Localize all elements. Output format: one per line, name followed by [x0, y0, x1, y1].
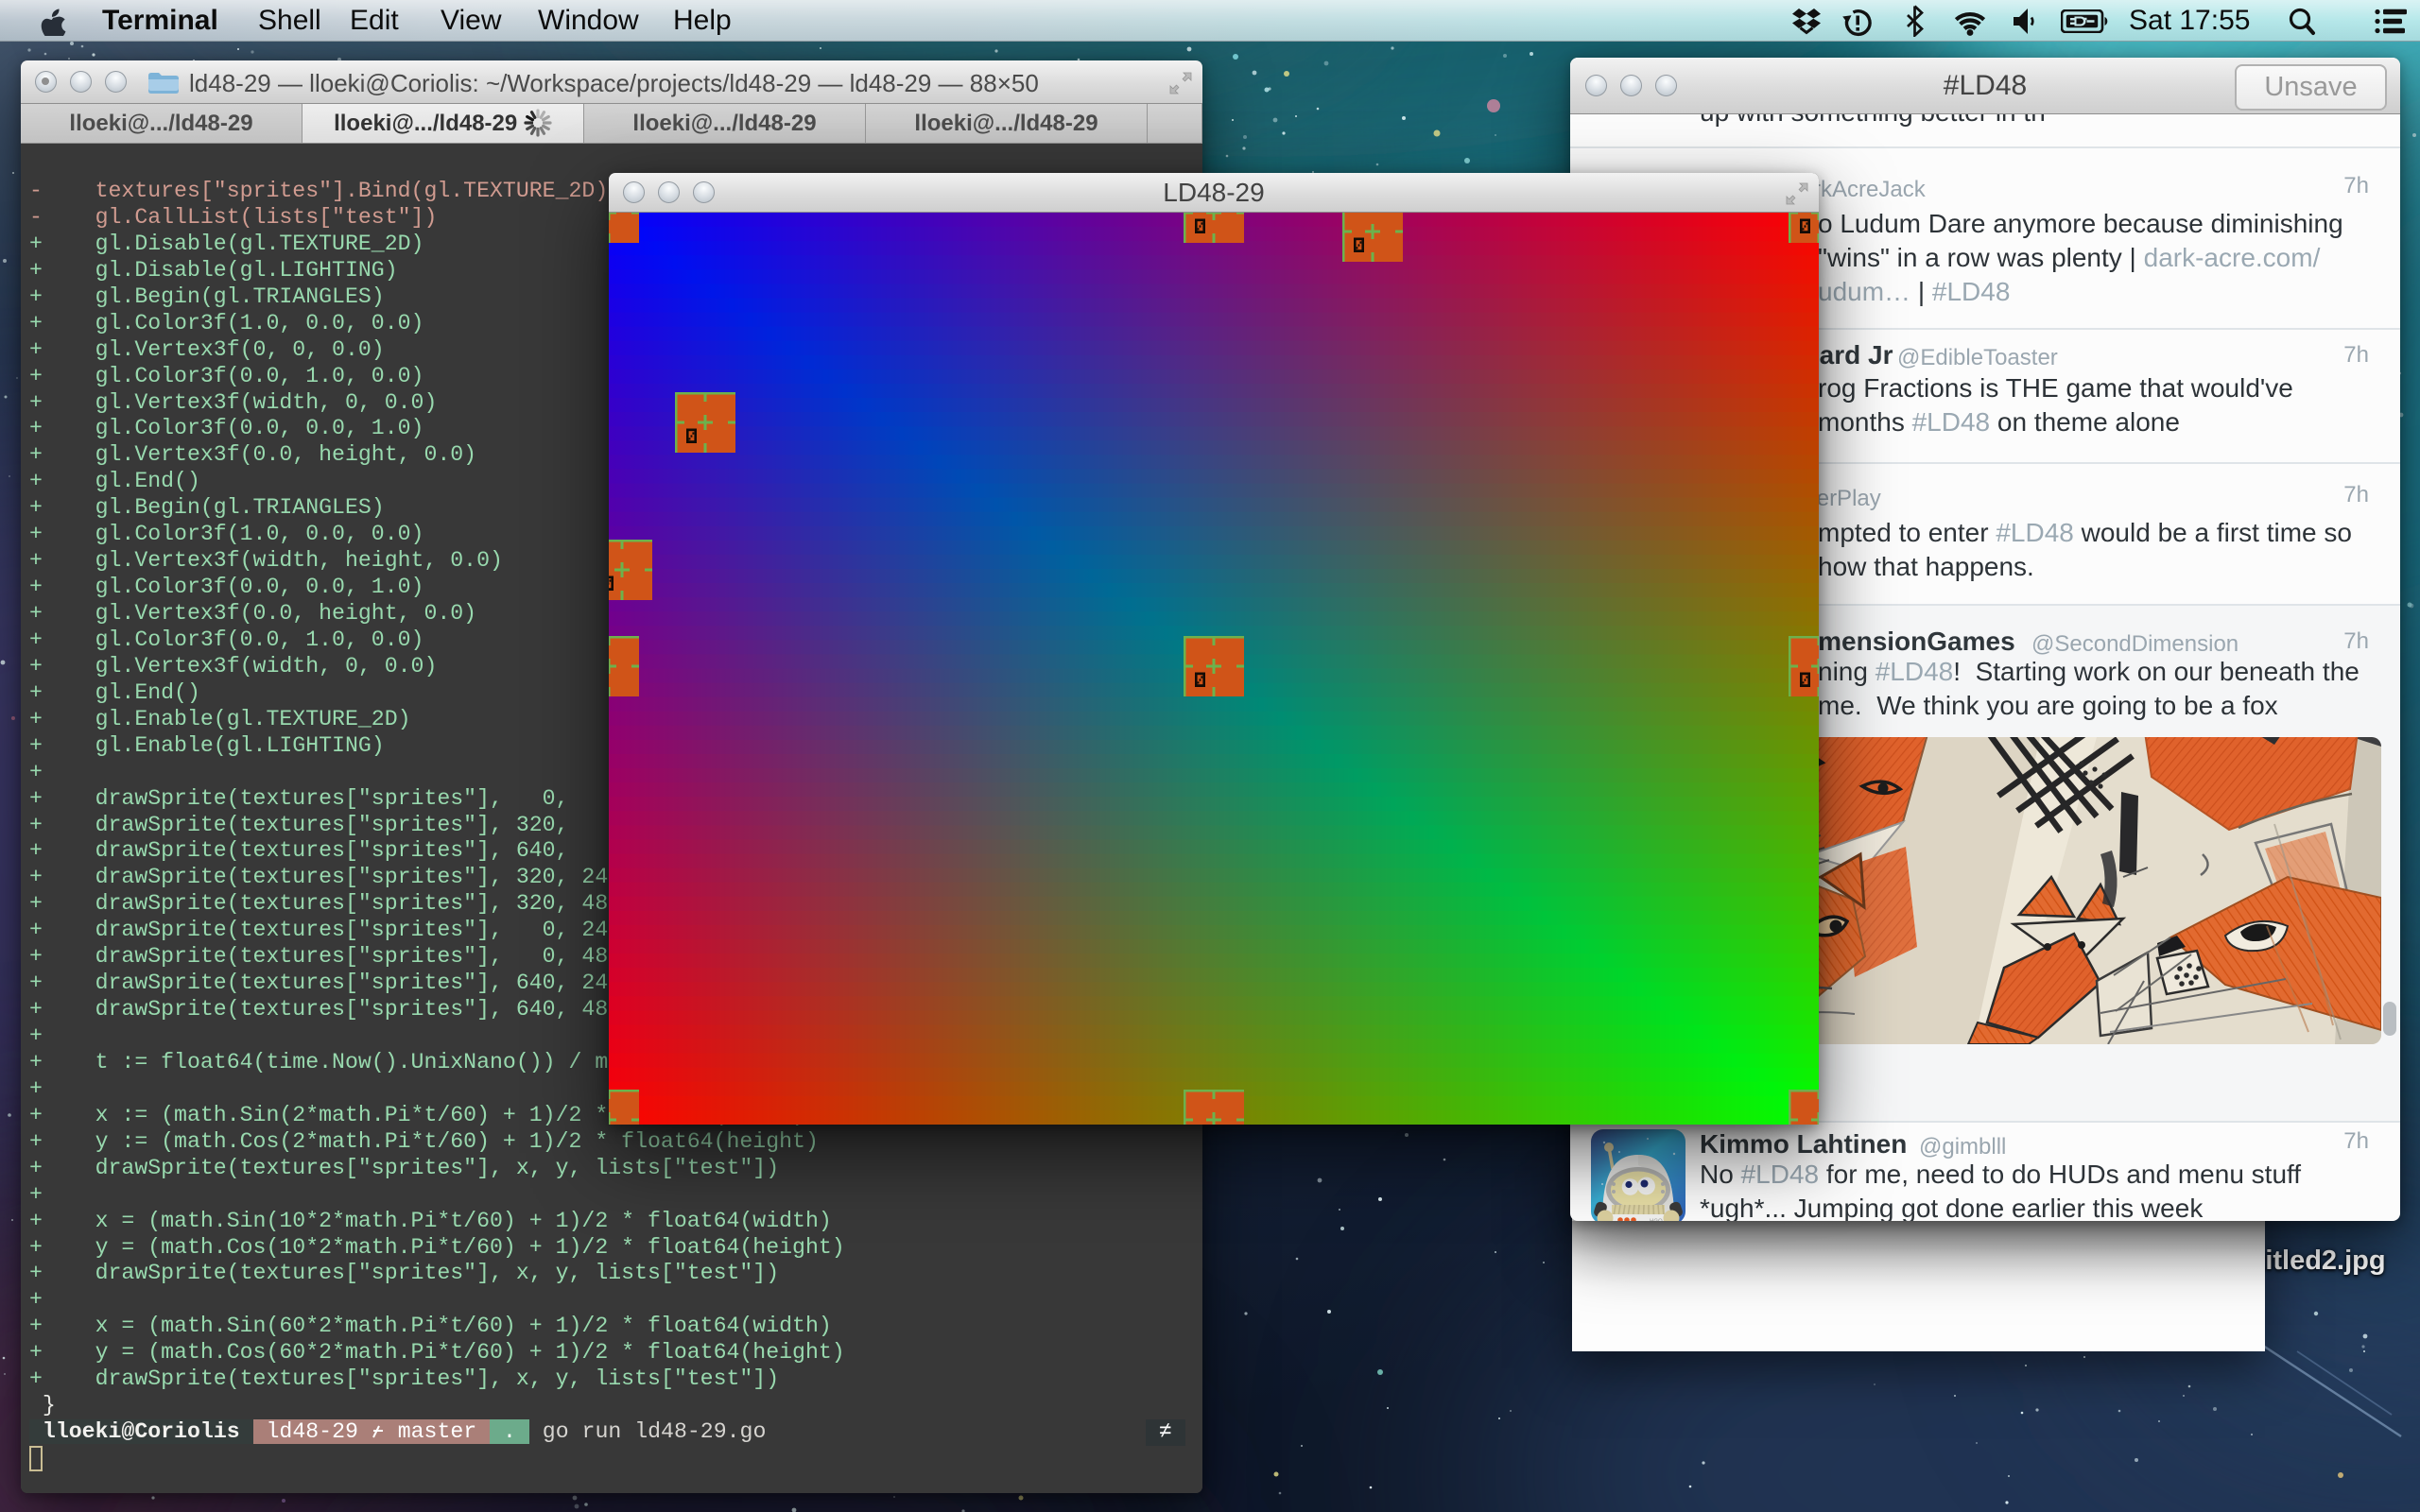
svg-text:HGO: HGO	[1650, 1219, 1663, 1221]
